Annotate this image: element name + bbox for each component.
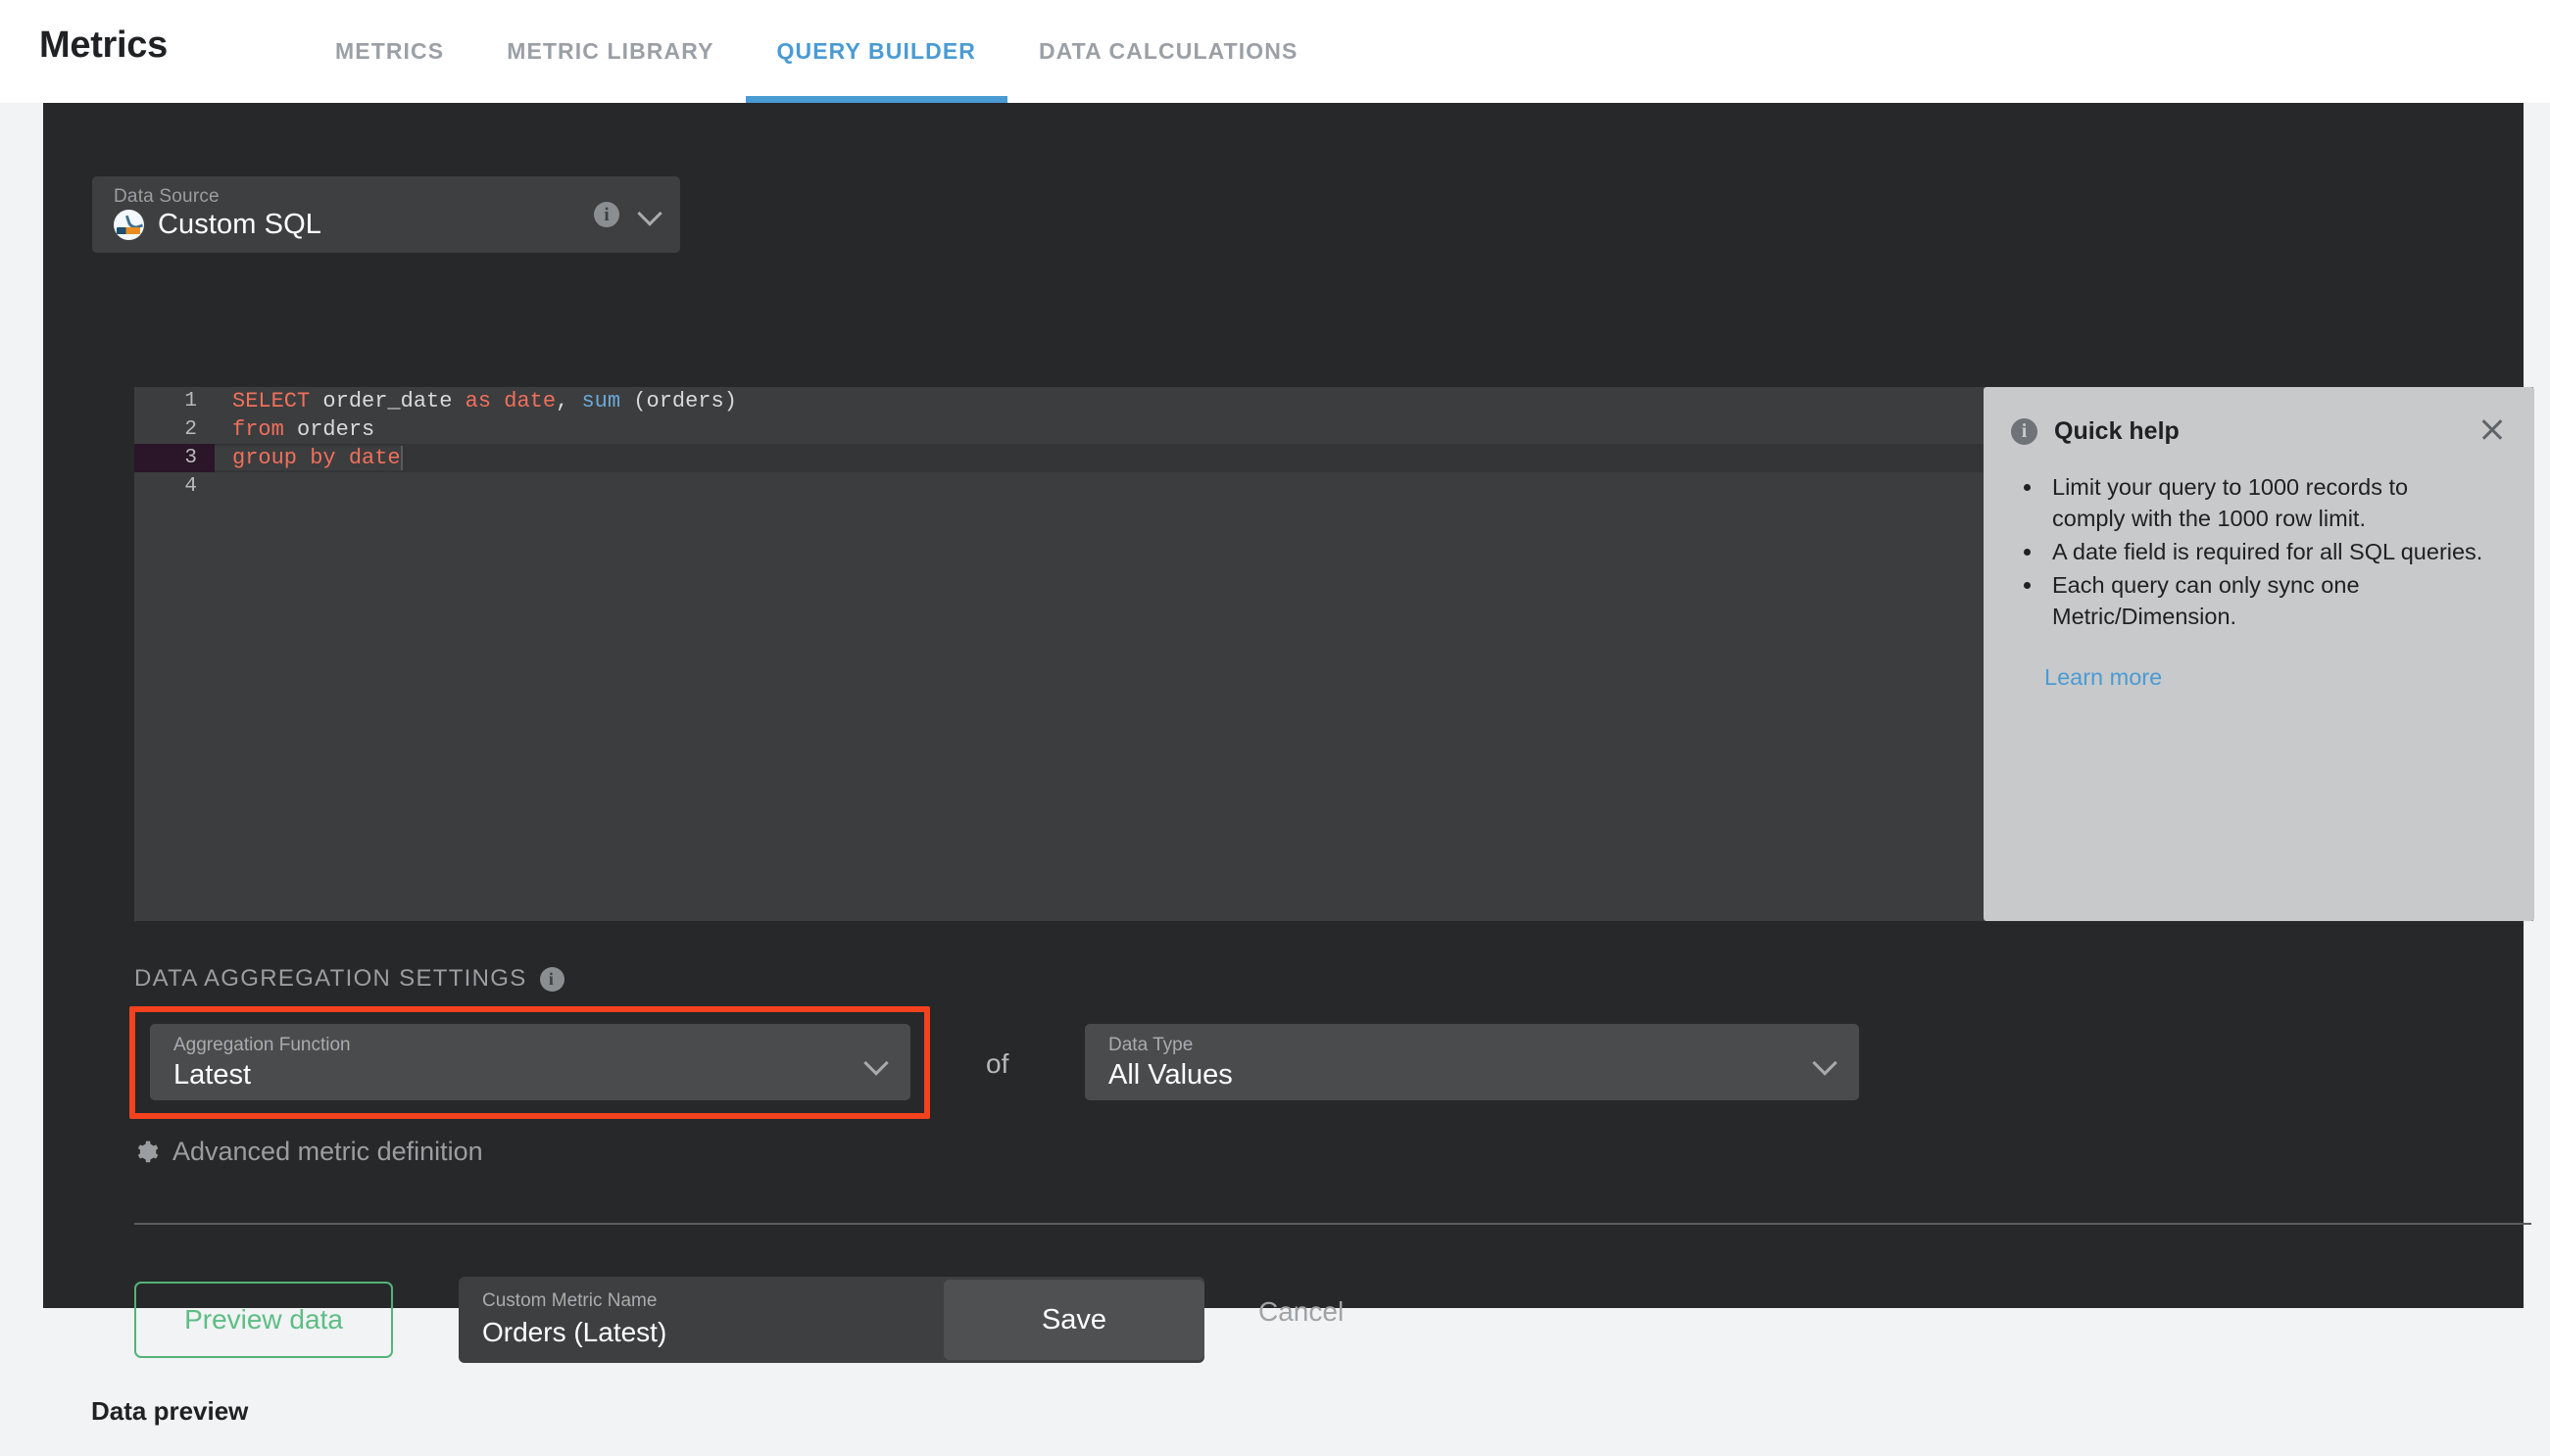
- sql-keyword: group by date: [232, 446, 401, 470]
- save-button[interactable]: Save: [944, 1280, 1204, 1360]
- close-icon[interactable]: [2477, 414, 2507, 444]
- learn-more-link[interactable]: Learn more: [2044, 664, 2162, 691]
- data-source-value-row: Custom SQL: [114, 209, 321, 241]
- data-type-select[interactable]: Data Type All Values: [1085, 1024, 1859, 1100]
- info-icon[interactable]: i: [539, 966, 564, 992]
- sql-token: ,: [556, 389, 582, 413]
- sql-token: order_date: [310, 389, 466, 413]
- sql-keyword: from: [232, 417, 284, 442]
- tab-metric-library[interactable]: METRIC LIBRARY: [475, 0, 745, 103]
- quick-help-panel: i Quick help Limit your query to 1000 re…: [1984, 387, 2534, 921]
- line-number: 1: [184, 390, 197, 413]
- aggregation-function-value: Latest: [173, 1059, 251, 1091]
- data-source-label: Data Source: [114, 186, 220, 207]
- line-number: 2: [184, 418, 197, 441]
- data-type-label: Data Type: [1108, 1035, 1194, 1055]
- section-divider: [134, 1223, 2531, 1225]
- code-text: group by date: [215, 446, 401, 470]
- gear-icon: [137, 1141, 159, 1163]
- data-source-select[interactable]: Data Source Custom SQL i: [92, 176, 680, 253]
- custom-metric-name-input[interactable]: Orders (Latest): [482, 1317, 666, 1348]
- tab-query-builder[interactable]: QUERY BUILDER: [745, 0, 1008, 103]
- query-builder-panel: Data Source Custom SQL i 1 SELECT order_…: [43, 103, 2534, 1363]
- sql-keyword: date: [504, 389, 557, 413]
- cancel-button[interactable]: Cancel: [1258, 1296, 1344, 1328]
- sql-token: orders: [283, 417, 375, 442]
- quick-help-list: Limit your query to 1000 records to comp…: [2044, 471, 2487, 634]
- data-source-value: Custom SQL: [158, 209, 321, 240]
- quick-help-title: Quick help: [2054, 417, 2180, 445]
- sql-keyword: SELECT: [232, 389, 311, 413]
- tab-data-calculations[interactable]: DATA CALCULATIONS: [1007, 0, 1329, 103]
- sql-keyword: as: [465, 389, 492, 413]
- main-tabs: METRICS METRIC LIBRARY QUERY BUILDER DAT…: [304, 0, 1329, 103]
- info-icon: i: [2011, 418, 2037, 445]
- aggregation-function-select[interactable]: Aggregation Function Latest: [150, 1024, 910, 1100]
- list-item: Limit your query to 1000 records to comp…: [2044, 471, 2487, 534]
- code-text: from orders: [215, 417, 374, 442]
- code-text: SELECT order_date as date, sum (orders): [215, 389, 737, 413]
- list-item: Each query can only sync one Metric/Dime…: [2044, 569, 2487, 632]
- advanced-metric-definition-label: Advanced metric definition: [172, 1137, 483, 1166]
- top-header: Metrics METRICS METRIC LIBRARY QUERY BUI…: [0, 0, 2550, 103]
- list-item: A date field is required for all SQL que…: [2044, 536, 2487, 567]
- info-icon[interactable]: i: [594, 202, 619, 227]
- section-label: DATA AGGREGATION SETTINGS: [134, 965, 527, 992]
- chevron-down-icon[interactable]: [637, 201, 662, 226]
- mysql-logo-icon: [114, 210, 144, 240]
- custom-metric-name-group: Custom Metric Name Orders (Latest) Save: [459, 1277, 1204, 1363]
- data-aggregation-settings-title: DATA AGGREGATION SETTINGS i: [134, 965, 564, 993]
- data-preview-title: Data preview: [91, 1396, 249, 1426]
- page-title: Metrics: [39, 24, 168, 66]
- sql-function: sum: [581, 389, 621, 413]
- of-connector-label: of: [986, 1048, 1009, 1079]
- chevron-down-icon[interactable]: [863, 1050, 889, 1076]
- sql-token: (orders): [620, 389, 737, 413]
- tab-metrics[interactable]: METRICS: [304, 0, 475, 103]
- custom-metric-name-label: Custom Metric Name: [482, 1290, 658, 1311]
- data-type-value: All Values: [1108, 1059, 1233, 1091]
- line-number: 3: [134, 444, 215, 472]
- line-number: 4: [184, 475, 197, 498]
- aggregation-function-label: Aggregation Function: [173, 1035, 351, 1055]
- quick-help-header: i Quick help: [2011, 417, 2180, 446]
- preview-data-button[interactable]: Preview data: [134, 1282, 393, 1358]
- chevron-down-icon[interactable]: [1812, 1050, 1838, 1076]
- advanced-metric-definition-toggle[interactable]: Advanced metric definition: [134, 1137, 483, 1167]
